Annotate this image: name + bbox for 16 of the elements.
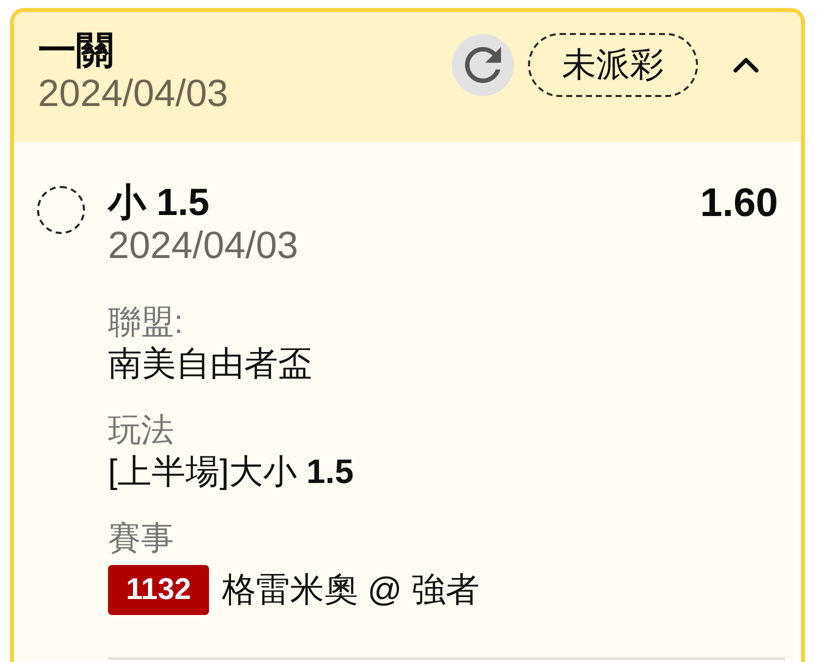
match-teams: 格雷米奧 @ 強者 (222, 570, 480, 611)
refresh-icon (465, 47, 501, 83)
status-label: 未派彩 (528, 33, 698, 97)
bet-type-title: 一關 (38, 29, 114, 73)
selection-radio[interactable] (37, 186, 85, 234)
match-number-tag: 1132 (108, 565, 210, 615)
field-label: 玩法 (108, 410, 174, 450)
chevron-up-icon[interactable] (733, 57, 759, 73)
field-label: 賽事 (108, 518, 174, 558)
field-value: [上半場]大小 1.5 (108, 452, 354, 493)
odds-value: 1.60 (700, 181, 778, 225)
bet-date: 2024/04/03 (38, 73, 228, 115)
selection-name: 小 1.5 (108, 181, 210, 225)
field-label: 聯盟: (108, 302, 184, 342)
field-value: 南美自由者盃 (108, 344, 312, 385)
selection-date: 2024/04/03 (108, 225, 298, 267)
